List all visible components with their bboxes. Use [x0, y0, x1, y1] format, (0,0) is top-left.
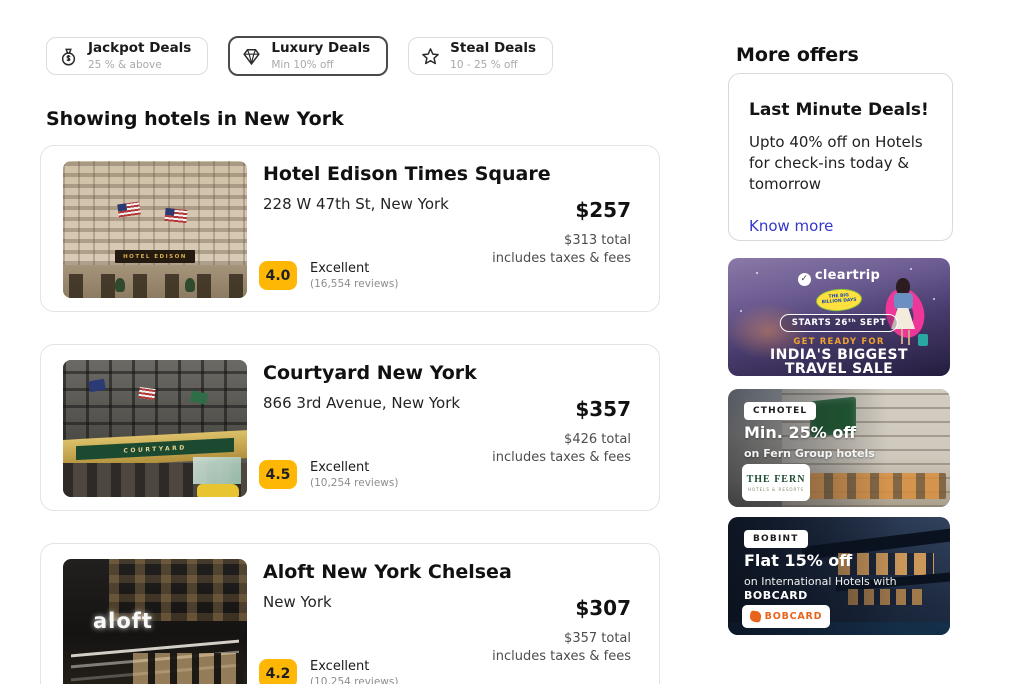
tree-art [115, 278, 125, 292]
big-billion-days-badge: THE BIG BILLION DAYS [815, 287, 862, 312]
rating-text: Excellent (16,554 reviews) [310, 261, 398, 290]
rating-row: 4.2 Excellent (10,254 reviews) [259, 659, 398, 684]
chip-text: Jackpot Deals 25 % & above [88, 41, 191, 71]
banner-bobcard-offer[interactable]: BOBINT Flat 15% off on International Hot… [728, 517, 950, 635]
rating-badge: 4.5 [259, 460, 297, 489]
storefront-art [133, 653, 243, 684]
hotel-name: Hotel Edison Times Square [263, 163, 551, 185]
hotel-price-total: $313 total [564, 233, 631, 248]
hotel-card-courtyard[interactable]: COURTYARD Courtyard New York 866 3rd Ave… [40, 344, 660, 511]
hotel-price-total: $357 total [564, 631, 631, 646]
rating-row: 4.0 Excellent (16,554 reviews) [259, 261, 398, 290]
hotel-card-aloft[interactable]: aloft Aloft New York Chelsea New York $3… [40, 543, 660, 684]
hotel-sign-text: HOTEL EDISON [123, 254, 187, 260]
rating-badge: 4.2 [259, 659, 297, 684]
hotel-taxes-note: includes taxes & fees [492, 450, 631, 465]
hotel-price: $307 [575, 596, 631, 620]
review-count: (10,254 reviews) [310, 676, 398, 684]
coupon-code-badge: CTHOTEL [744, 402, 816, 420]
more-offers-heading: More offers [736, 44, 859, 66]
hotel-results-page: Jackpot Deals 25 % & above Luxury Deals … [0, 0, 1024, 684]
hotel-sign: HOTEL EDISON [115, 250, 195, 263]
rating-label: Excellent [310, 659, 398, 674]
offer-title: Last Minute Deals! [749, 100, 932, 120]
hotel-taxes-note: includes taxes & fees [492, 649, 631, 664]
banner-fern-hotels-offer[interactable]: CTHOTEL Min. 25% off on Fern Group hotel… [728, 389, 950, 507]
chip-label: Luxury Deals [271, 41, 370, 57]
hotel-photo-edison: HOTEL EDISON [63, 161, 247, 298]
bobcard-logo-text: BOBCARD [765, 611, 823, 622]
stars-art [728, 258, 730, 260]
bobcard-logo: BOBCARD [742, 605, 830, 628]
offer-subtext-line1: on International Hotels with [744, 575, 897, 588]
offer-subtext: on Fern Group hotels [744, 447, 875, 460]
star-icon [420, 46, 441, 67]
hotel-address: New York [263, 593, 332, 611]
chip-jackpot-deals[interactable]: Jackpot Deals 25 % & above [46, 37, 208, 75]
doors-art [63, 274, 247, 298]
hotel-photo-aloft: aloft [63, 559, 247, 684]
us-flag-art [164, 208, 187, 223]
sale-start-date-pill: STARTS 26ᵗʰ SEPT [780, 314, 898, 332]
rating-text: Excellent (10,254 reviews) [310, 659, 398, 684]
review-count: (16,554 reviews) [310, 278, 398, 290]
hotel-sign: aloft [93, 609, 153, 633]
rating-label: Excellent [310, 261, 398, 276]
hotel-price: $357 [575, 397, 631, 421]
know-more-link[interactable]: Know more [749, 217, 833, 235]
chip-text: Luxury Deals Min 10% off [271, 41, 370, 71]
rating-label: Excellent [310, 460, 398, 475]
rating-badge: 4.0 [259, 261, 297, 290]
hotel-sign-text: COURTYARD [123, 444, 186, 454]
fern-logo: THE FERN HOTELS & RESORTS [742, 464, 810, 501]
chip-sublabel: 25 % & above [88, 59, 191, 71]
sale-title-line2: TRAVEL SALE [728, 361, 950, 376]
offer-subtext-line2: BOBCARD [744, 589, 808, 602]
fern-logo-subtext: HOTELS & RESORTS [748, 487, 804, 492]
hotel-price-total: $426 total [564, 432, 631, 447]
hotel-price: $257 [575, 198, 631, 222]
offer-headline: Min. 25% off [744, 423, 856, 442]
rating-text: Excellent (10,254 reviews) [310, 460, 398, 489]
diamond-icon [241, 46, 262, 67]
cleartrip-check-icon: ✓ [798, 273, 811, 286]
hotel-address: 228 W 47th St, New York [263, 195, 449, 213]
chip-label: Steal Deals [450, 41, 536, 57]
last-minute-deals-card: Last Minute Deals! Upto 40% off on Hotel… [728, 73, 953, 241]
hotel-sign-text: aloft [93, 609, 153, 633]
chip-label: Jackpot Deals [88, 41, 191, 57]
chip-steal-deals[interactable]: Steal Deals 10 - 25 % off [408, 37, 553, 75]
hotel-taxes-note: includes taxes & fees [492, 251, 631, 266]
chip-luxury-deals[interactable]: Luxury Deals Min 10% off [228, 36, 388, 76]
results-heading: Showing hotels in New York [46, 108, 344, 130]
review-count: (10,254 reviews) [310, 477, 398, 489]
offer-body: Upto 40% off on Hotels for check-ins tod… [749, 132, 932, 195]
sale-kicker-text: GET READY FOR [728, 337, 950, 347]
hotel-name: Aloft New York Chelsea [263, 561, 512, 583]
girl-art [894, 293, 913, 309]
offer-headline: Flat 15% off [744, 551, 852, 570]
us-flag-art [138, 387, 155, 400]
chip-text: Steal Deals 10 - 25 % off [450, 41, 536, 71]
tree-art [185, 278, 195, 292]
money-bag-icon [58, 46, 79, 67]
coupon-code-badge: BOBINT [744, 530, 808, 548]
rating-row: 4.5 Excellent (10,254 reviews) [259, 460, 398, 489]
fern-logo-text: THE FERN [747, 474, 806, 485]
cleartrip-logo-text: cleartrip [815, 268, 880, 283]
hotel-name: Courtyard New York [263, 362, 477, 384]
cleartrip-logo: ✓ cleartrip [728, 268, 950, 286]
taxi-art [197, 484, 239, 497]
hotel-card-edison[interactable]: HOTEL EDISON Hotel Edison Times Square 2… [40, 145, 660, 312]
hotel-address: 866 3rd Avenue, New York [263, 394, 460, 412]
chip-sublabel: 10 - 25 % off [450, 59, 536, 71]
building-facade-art [63, 360, 247, 442]
banner-cleartrip-travel-sale[interactable]: ✓ cleartrip THE BIG BILLION DAYS STARTS 2… [728, 258, 950, 376]
deal-filter-chips: Jackpot Deals 25 % & above Luxury Deals … [46, 37, 553, 76]
hotel-list: HOTEL EDISON Hotel Edison Times Square 2… [40, 145, 660, 684]
chip-sublabel: Min 10% off [271, 59, 370, 71]
hotel-photo-courtyard: COURTYARD [63, 360, 247, 497]
billboard-art [193, 457, 241, 484]
bobcard-logo-mark [749, 610, 761, 622]
